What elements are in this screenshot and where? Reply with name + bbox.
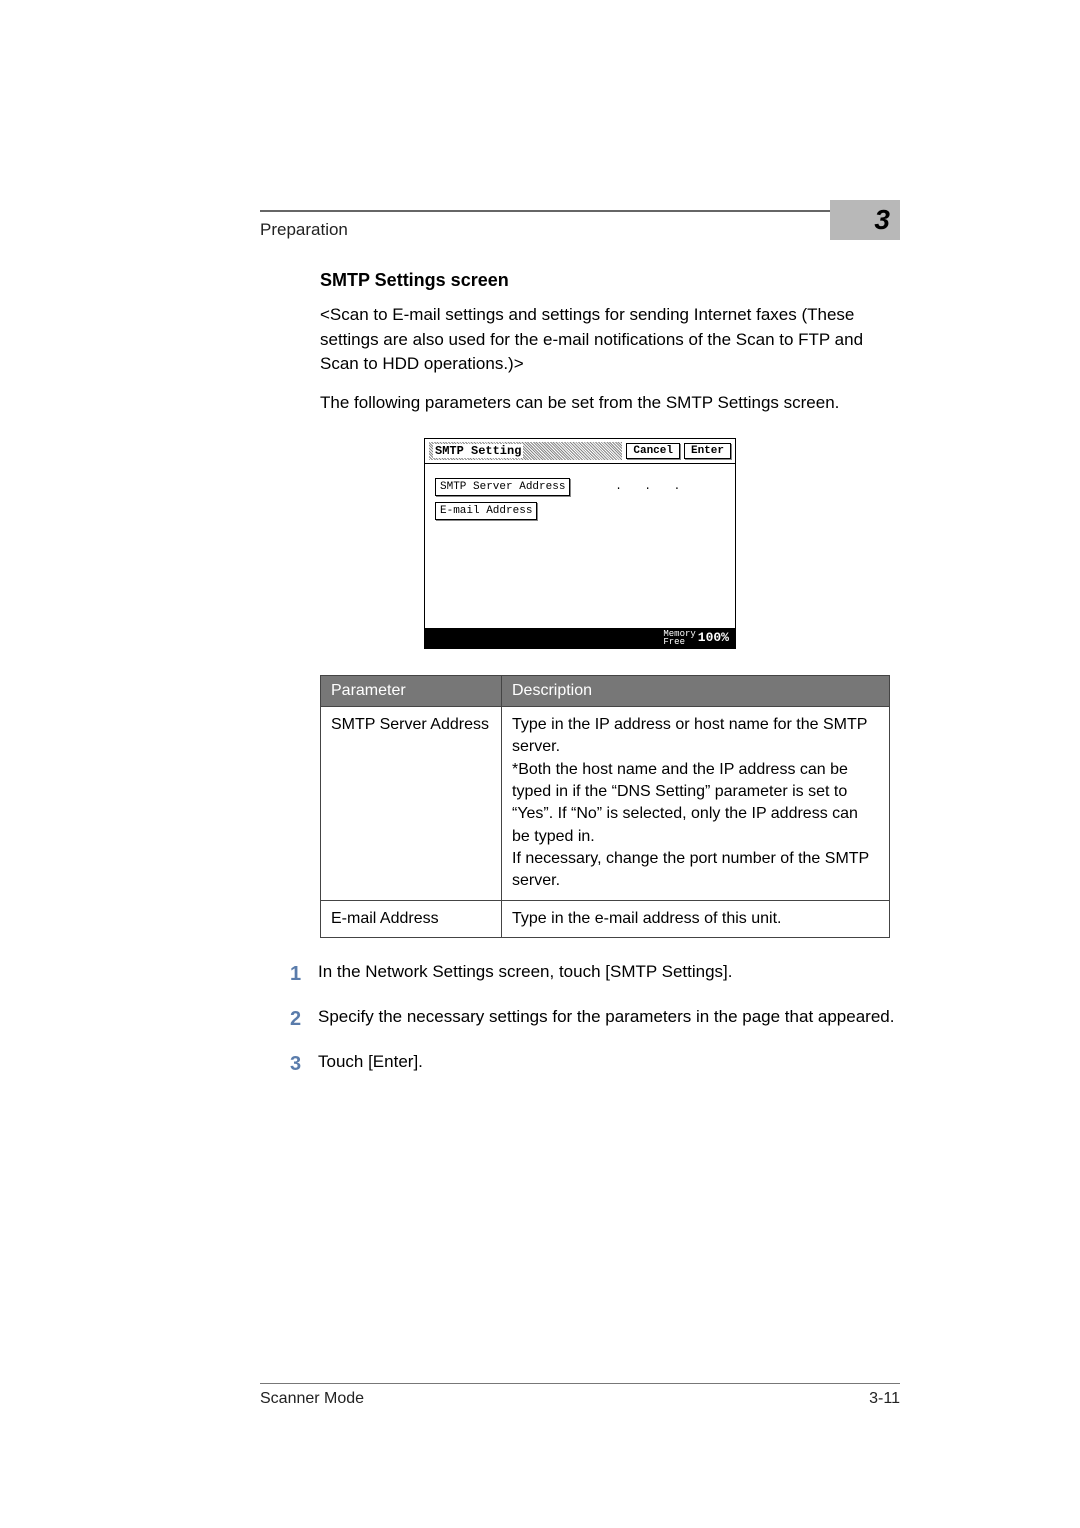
table-row: E-mail Address Type in the e-mail addres… xyxy=(321,900,890,937)
intro-paragraph: <Scan to E-mail settings and settings fo… xyxy=(320,303,900,377)
email-address-row: E-mail Address xyxy=(435,502,725,520)
param-desc: Type in the IP address or host name for … xyxy=(502,706,890,900)
param-name: E-mail Address xyxy=(321,900,502,937)
screenshot-footer: Memory Free 100% xyxy=(425,628,735,648)
col-description: Description xyxy=(502,675,890,706)
screenshot-titlebar: SMTP Setting Cancel Enter xyxy=(425,439,735,464)
table-row: SMTP Server Address Type in the IP addre… xyxy=(321,706,890,900)
email-address-button[interactable]: E-mail Address xyxy=(435,502,537,520)
memory-label: Memory Free xyxy=(663,630,695,646)
footer-left: Scanner Mode xyxy=(260,1390,364,1408)
parameter-table: Parameter Description SMTP Server Addres… xyxy=(320,675,890,939)
screenshot-title: SMTP Setting xyxy=(429,442,622,460)
step-text: In the Network Settings screen, touch [S… xyxy=(318,960,900,989)
step-1: 1 In the Network Settings screen, touch … xyxy=(290,960,900,989)
step-2: 2 Specify the necessary settings for the… xyxy=(290,1005,900,1034)
chapter-number: 3 xyxy=(874,204,890,236)
screenshot-body: SMTP Server Address . . . E-mail Address xyxy=(425,464,735,628)
step-text: Specify the necessary settings for the p… xyxy=(318,1005,900,1034)
page-footer: Scanner Mode 3-11 xyxy=(260,1383,900,1408)
param-name: SMTP Server Address xyxy=(321,706,502,900)
memory-label-bottom: Free xyxy=(663,638,695,646)
smtp-server-address-value: . . . xyxy=(578,481,725,493)
memory-value: 100% xyxy=(698,630,729,645)
device-screenshot: SMTP Setting Cancel Enter SMTP Server Ad… xyxy=(424,438,736,649)
step-number: 1 xyxy=(290,960,318,989)
running-head: Preparation xyxy=(260,220,348,240)
procedure-steps: 1 In the Network Settings screen, touch … xyxy=(290,960,900,1079)
step-3: 3 Touch [Enter]. xyxy=(290,1050,900,1079)
section-heading: SMTP Settings screen xyxy=(320,270,900,291)
footer-right: 3-11 xyxy=(869,1390,900,1408)
step-text: Touch [Enter]. xyxy=(318,1050,900,1079)
chapter-badge: 3 xyxy=(830,200,900,240)
col-parameter: Parameter xyxy=(321,675,502,706)
smtp-server-address-button[interactable]: SMTP Server Address xyxy=(435,478,570,496)
step-number: 2 xyxy=(290,1005,318,1034)
header-separator xyxy=(260,210,900,212)
param-desc: Type in the e-mail address of this unit. xyxy=(502,900,890,937)
step-number: 3 xyxy=(290,1050,318,1079)
sub-paragraph: The following parameters can be set from… xyxy=(320,391,900,416)
cancel-button[interactable]: Cancel xyxy=(626,443,680,459)
enter-button[interactable]: Enter xyxy=(684,443,731,459)
smtp-server-address-row: SMTP Server Address . . . xyxy=(435,478,725,496)
